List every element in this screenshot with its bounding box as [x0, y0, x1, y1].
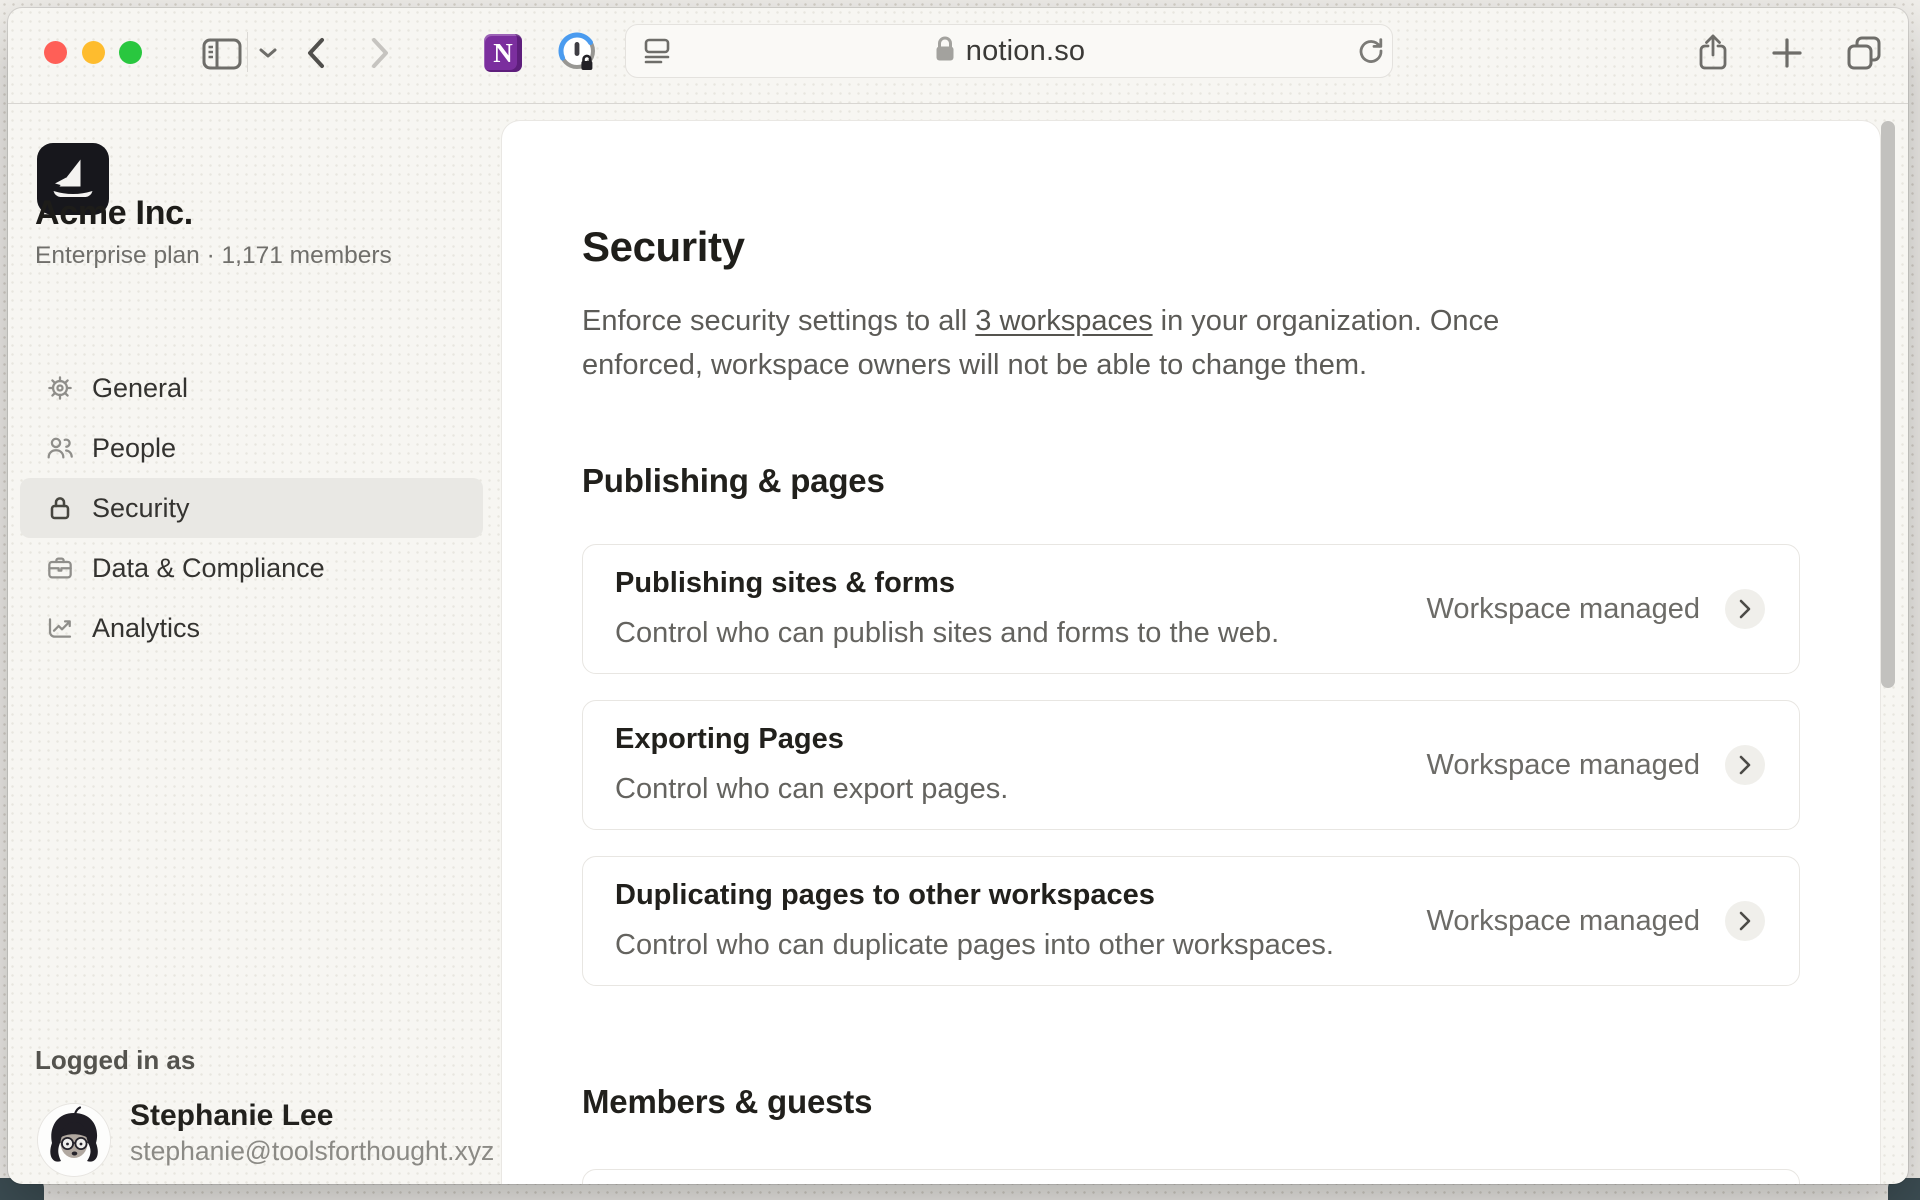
setting-status: Workspace managed [1426, 749, 1700, 782]
tls-lock-icon [933, 34, 957, 69]
lock-icon [43, 491, 77, 525]
setting-description: Control who can duplicate pages into oth… [615, 925, 1334, 965]
address-bar-center: notion.so [626, 25, 1392, 77]
org-name: Acme Inc. [35, 194, 193, 233]
onepassword-extension-button[interactable] [557, 32, 599, 74]
setting-status: Workspace managed [1426, 593, 1700, 626]
setting-card-text: Exporting Pages Control who can export p… [615, 721, 1008, 809]
window-zoom-button[interactable] [119, 41, 142, 64]
user-avatar [38, 1104, 110, 1176]
setting-title: Duplicating pages to other workspaces [615, 877, 1334, 913]
sidebar-item-security[interactable]: Security [20, 478, 483, 538]
forward-arrow-icon [369, 36, 391, 73]
chevron-down-icon [258, 47, 278, 62]
new-tab-button[interactable] [1765, 32, 1809, 76]
share-button[interactable] [1691, 32, 1735, 76]
setting-title: Publishing sites & forms [615, 565, 1279, 601]
sidebar-item-label: Data & Compliance [92, 553, 325, 584]
setting-status: Workspace managed [1426, 905, 1700, 938]
window-close-button[interactable] [44, 41, 67, 64]
sidebar-item-label: People [92, 433, 176, 464]
setting-card-exporting-pages[interactable]: Exporting Pages Control who can export p… [582, 700, 1800, 830]
avatar-illustration [38, 1104, 110, 1176]
setting-description: Control who can export pages. [615, 769, 1008, 809]
setting-title: Exporting Pages [615, 721, 1008, 757]
reload-button[interactable] [1354, 35, 1388, 69]
intro-text-2: in your organization. Once [1153, 305, 1500, 337]
setting-card-publishing-sites-forms[interactable]: Publishing sites & forms Control who can… [582, 544, 1800, 674]
share-icon [1696, 33, 1730, 76]
chevron-right-icon [1738, 754, 1752, 776]
chevron-right-icon [1738, 910, 1752, 932]
toolbar-divider [247, 32, 248, 72]
setting-card-right: Workspace managed [1426, 745, 1765, 785]
sidebar-item-people[interactable]: People [20, 418, 483, 478]
notion-extension-icon: N [484, 34, 522, 72]
address-bar[interactable]: notion.so [625, 24, 1393, 78]
window-minimize-button[interactable] [82, 41, 105, 64]
chevron-right-button[interactable] [1725, 745, 1765, 785]
sidebar-item-data-compliance[interactable]: Data & Compliance [20, 538, 483, 598]
sidebar-item-label: Security [92, 493, 190, 524]
line-chart-icon [43, 611, 77, 645]
logged-in-as-label: Logged in as [35, 1045, 195, 1076]
page-intro: Enforce security settings to all 3 works… [582, 299, 1762, 387]
settings-sidebar: Acme Inc. Enterprise plan · 1,171 member… [8, 104, 502, 1184]
setting-card-text: Publishing sites & forms Control who can… [615, 565, 1279, 653]
forward-button[interactable] [360, 34, 400, 74]
org-plan-members: Enterprise plan · 1,171 members [35, 242, 392, 270]
chevron-right-icon [1738, 598, 1752, 620]
sidebar-item-label: General [92, 373, 188, 404]
page-title: Security [582, 221, 1800, 273]
user-email: stephanie@toolsforthought.xyz [130, 1136, 494, 1167]
security-page: Security Enforce security settings to al… [502, 221, 1880, 1184]
settings-nav: General People [20, 358, 483, 658]
back-button[interactable] [296, 34, 336, 74]
intro-text-1: Enforce security settings to all [582, 305, 975, 337]
reload-icon [1356, 36, 1386, 69]
setting-card-right: Workspace managed [1426, 589, 1765, 629]
setting-card-duplicating-pages[interactable]: Duplicating pages to other workspaces Co… [582, 856, 1800, 986]
plus-icon [1770, 36, 1804, 73]
browser-toolbar: N [8, 8, 1908, 104]
tab-overview-button[interactable] [1840, 32, 1888, 76]
sidebar-toggle-icon [202, 38, 242, 73]
setting-card-partial[interactable] [582, 1169, 1800, 1184]
back-arrow-icon [305, 36, 327, 73]
section-heading-publishing-pages: Publishing & pages [582, 461, 1800, 501]
intro-text-line2: enforced, workspace owners will not be a… [582, 343, 1762, 387]
sidebar-item-analytics[interactable]: Analytics [20, 598, 483, 658]
url-text: notion.so [966, 35, 1086, 68]
setting-card-right: Workspace managed [1426, 901, 1765, 941]
sidebar-item-label: Analytics [92, 613, 200, 644]
settings-main-pane: Security Enforce security settings to al… [502, 121, 1880, 1184]
sidebar-item-general[interactable]: General [20, 358, 483, 418]
sidebar-menu-chevron-button[interactable] [254, 42, 282, 66]
notion-extension-button[interactable]: N [483, 33, 523, 73]
safari-window: N [8, 8, 1908, 1184]
onepassword-extension-icon [557, 31, 599, 76]
workspaces-link[interactable]: 3 workspaces [975, 305, 1152, 337]
briefcase-icon [43, 551, 77, 585]
people-icon [43, 431, 77, 465]
user-name: Stephanie Lee [130, 1099, 333, 1133]
sidebar-toggle-button[interactable] [197, 36, 247, 74]
gear-icon [43, 371, 77, 405]
window-content: Acme Inc. Enterprise plan · 1,171 member… [8, 104, 1908, 1184]
tabs-overview-icon [1844, 33, 1884, 76]
setting-description: Control who can publish sites and forms … [615, 613, 1279, 653]
chevron-right-button[interactable] [1725, 589, 1765, 629]
scrollbar-thumb[interactable] [1881, 121, 1895, 688]
chevron-right-button[interactable] [1725, 901, 1765, 941]
setting-card-text: Duplicating pages to other workspaces Co… [615, 877, 1334, 965]
section-heading-members-guests: Members & guests [582, 1082, 1800, 1122]
